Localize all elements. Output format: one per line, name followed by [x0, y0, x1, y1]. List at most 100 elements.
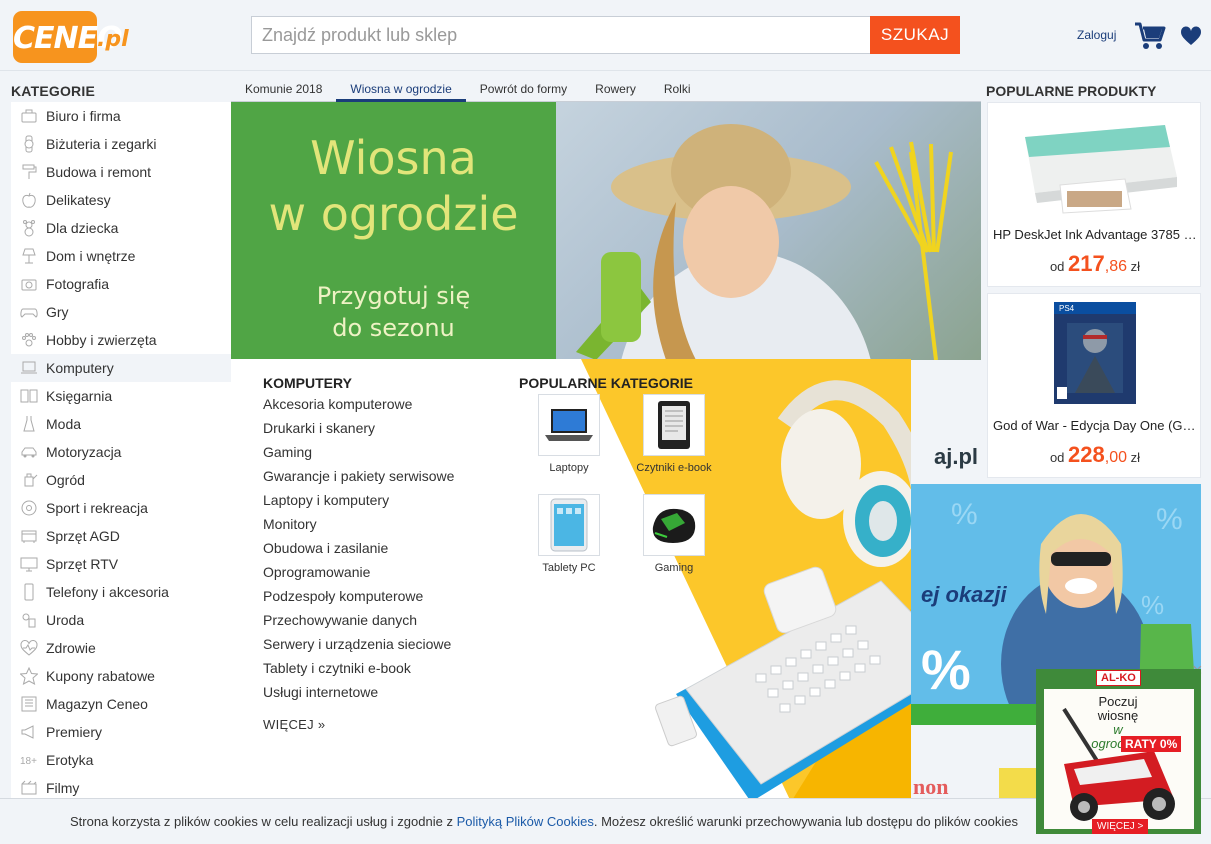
sidebar-item-premiery[interactable]: Premiery [11, 718, 231, 746]
product-card[interactable]: PS4 God of War - Edycja Day One (Gra PS4… [987, 293, 1201, 478]
popular-category-laptops[interactable]: Laptopy [519, 394, 619, 474]
tab-wiosna-w-ogrodzie[interactable]: Wiosna w ogrodzie [336, 80, 466, 102]
megaphone-icon [11, 723, 46, 741]
svg-text:%: % [1141, 590, 1164, 620]
sidebar-item-sprzęt-agd[interactable]: Sprzęt AGD [11, 522, 231, 550]
product-name[interactable]: HP DeskJet Ink Advantage 3785 (T8W48C) [993, 227, 1198, 242]
sidebar-item-label: Magazyn Ceneo [46, 696, 148, 712]
mega-menu-link[interactable]: Gaming [263, 444, 454, 468]
hero-watermark-text: aj.pl [934, 444, 979, 469]
sidebar-item-motoryzacja[interactable]: Motoryzacja [11, 438, 231, 466]
mega-menu-link[interactable]: Oprogramowanie [263, 564, 454, 588]
hero-photo [556, 102, 981, 360]
sidebar-item-budowa-i-remont[interactable]: Budowa i remont [11, 158, 231, 186]
sidebar-item-księgarnia[interactable]: Księgarnia [11, 382, 231, 410]
price-currency: zł [1130, 450, 1141, 465]
ball-icon [11, 499, 46, 517]
mega-menu-title[interactable]: KOMPUTERY [263, 375, 352, 391]
sidebar-item-biżuteria-i-zegarki[interactable]: Biżuteria i zegarki [11, 130, 231, 158]
price-decimal: ,86 [1104, 258, 1128, 275]
apple-icon [11, 191, 46, 209]
product-name[interactable]: God of War - Edycja Day One (Gra PS4) [993, 418, 1198, 433]
tab-rolki[interactable]: Rolki [650, 80, 705, 102]
cookie-bar: Strona korzysta z plików cookies w celu … [0, 798, 1211, 844]
logo-text: CENEO [13, 21, 123, 56]
sidebar-item-uroda[interactable]: Uroda [11, 606, 231, 634]
search-button[interactable]: SZUKAJ [870, 16, 960, 54]
mega-menu-link[interactable]: Gwarancje i pakiety serwisowe [263, 468, 454, 492]
sidebar-item-dla-dziecka[interactable]: Dla dziecka [11, 214, 231, 242]
mega-menu-link[interactable]: Przechowywanie danych [263, 612, 454, 636]
sidebar-item-hobby-i-zwierzęta[interactable]: Hobby i zwierzęta [11, 326, 231, 354]
sidebar-item-label: Księgarnia [46, 388, 113, 404]
ad-more-button[interactable]: WIĘCEJ > [1092, 819, 1149, 834]
mega-menu-link[interactable]: Podzespoły komputerowe [263, 588, 454, 612]
sidebar-item-gry[interactable]: Gry [11, 298, 231, 326]
svg-text:%: % [1156, 503, 1183, 536]
mega-menu-link[interactable]: Monitory [263, 516, 454, 540]
printer-image [988, 103, 1202, 221]
sidebar-item-komputery[interactable]: Komputery [11, 354, 231, 382]
hero-banner[interactable]: Wiosna w ogrodzie Przygotuj się do sezonu [231, 102, 981, 360]
sidebar-item-label: Biuro i firma [46, 108, 121, 124]
sidebar-item-fotografia[interactable]: Fotografia [11, 270, 231, 298]
logo-suffix: .pl [97, 27, 129, 52]
sidebar-item-kupony-rabatowe[interactable]: Kupony rabatowe [11, 662, 231, 690]
phone-icon [11, 583, 46, 601]
mega-menu-link[interactable]: Akcesoria komputerowe [263, 396, 454, 420]
alko-ad[interactable]: AL-KO Poczuj wiosnę w ogrodzie! RATY 0% W… [1036, 669, 1201, 834]
login-link[interactable]: Zaloguj [1077, 28, 1116, 42]
sidebar-item-moda[interactable]: Moda [11, 410, 231, 438]
header: CENEO .pl SZUKAJ Zaloguj [0, 0, 1211, 71]
sidebar-item-zdrowie[interactable]: Zdrowie [11, 634, 231, 662]
search-input[interactable] [251, 16, 871, 54]
ceneo-logo[interactable]: CENEO .pl [13, 11, 129, 63]
sidebar-item-magazyn-ceneo[interactable]: Magazyn Ceneo [11, 690, 231, 718]
hero-watermark: aj.pl [911, 435, 981, 475]
mega-menu-link[interactable]: Drukarki i skanery [263, 420, 454, 444]
sidebar-item-sport-i-rekreacja[interactable]: Sport i rekreacja [11, 494, 231, 522]
ad-slogan-line-1: Poczuj wiosnę [1097, 694, 1139, 723]
cart-icon[interactable] [1134, 21, 1166, 51]
sidebar-item-biuro-i-firma[interactable]: Biuro i firma [11, 102, 231, 130]
mega-menu-link[interactable]: Laptopy i komputery [263, 492, 454, 516]
dress-icon [11, 415, 46, 433]
sidebar-item-label: Budowa i remont [46, 164, 152, 180]
tab-powrót-do-formy[interactable]: Powrót do formy [466, 80, 581, 102]
tab-komunie-2018[interactable]: Komunie 2018 [231, 80, 336, 102]
sidebar-item-erotyka[interactable]: 18+ Erotyka [11, 746, 231, 774]
tab-rowery[interactable]: Rowery [581, 80, 650, 102]
popular-category-ebook[interactable]: Czytniki e-book [624, 394, 724, 474]
sidebar-item-telefony-i-akcesoria[interactable]: Telefony i akcesoria [11, 578, 231, 606]
watch-icon [11, 135, 46, 153]
heartbeat-icon [11, 639, 46, 657]
sidebar-item-label: Motoryzacja [46, 444, 122, 460]
lamp-icon [11, 247, 46, 265]
popular-category-gaming[interactable]: Gaming [624, 494, 724, 574]
sidebar-item-label: Uroda [46, 612, 85, 628]
cosmetics-icon [11, 611, 46, 629]
mega-menu-link[interactable]: Obudowa i zasilanie [263, 540, 454, 564]
favorites-heart-icon[interactable] [1180, 26, 1202, 46]
appliance-icon [11, 527, 46, 545]
cookie-policy-link[interactable]: Polityką Plików Cookies [457, 814, 594, 829]
sidebar-item-ogród[interactable]: Ogród [11, 466, 231, 494]
popular-category-tablets[interactable]: Tablety PC [519, 494, 619, 574]
product-price: od 228,00 zł [988, 442, 1202, 468]
mega-menu-link[interactable]: Serwery i urządzenia sieciowe [263, 636, 454, 660]
sidebar-item-sprzęt-rtv[interactable]: Sprzęt RTV [11, 550, 231, 578]
cookie-text: Strona korzysta z plików cookies w celu … [70, 814, 1018, 829]
popular-category-label: Gaming [654, 562, 694, 574]
alko-logo: AL-KO [1096, 670, 1141, 686]
mega-menu-link[interactable]: Tablety i czytniki e-book [263, 660, 454, 684]
18plus-icon: 18+ [11, 751, 46, 769]
more-link[interactable]: WIĘCEJ » [263, 717, 325, 732]
camera-icon [11, 275, 46, 293]
sidebar-item-dom-i-wnętrze[interactable]: Dom i wnętrze [11, 242, 231, 270]
sidebar-item-label: Filmy [46, 780, 80, 796]
sidebar-item-label: Sprzęt AGD [46, 528, 120, 544]
mega-menu-link[interactable]: Usługi internetowe [263, 684, 454, 708]
sidebar-item-delikatesy[interactable]: Delikatesy [11, 186, 231, 214]
categories-title: KATEGORIE [11, 83, 95, 99]
product-card[interactable]: HP DeskJet Ink Advantage 3785 (T8W48C) o… [987, 102, 1201, 287]
